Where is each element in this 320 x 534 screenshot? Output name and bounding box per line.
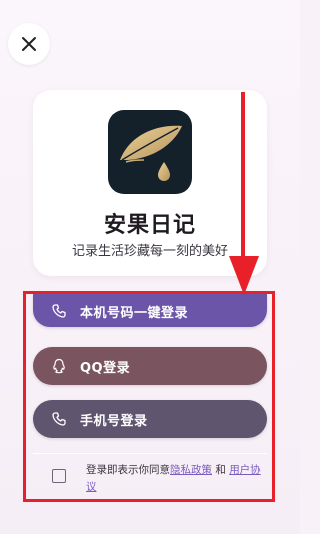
close-button[interactable] xyxy=(8,23,50,65)
app-logo xyxy=(108,110,192,194)
close-icon xyxy=(22,37,36,51)
down-arrow-icon xyxy=(229,92,259,295)
highlight-frame xyxy=(23,291,275,502)
feather-drop-logo-icon xyxy=(120,125,182,181)
login-page: 安果日记 记录生活珍藏每一刻的美好 本机号码一键登录 QQ登录 手机号登录 登录… xyxy=(0,0,300,534)
